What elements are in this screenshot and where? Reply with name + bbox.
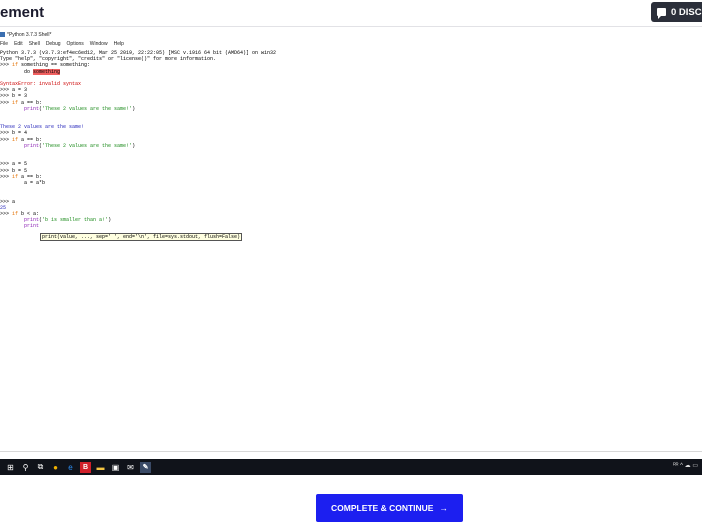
- continue-label: COMPLETE & CONTINUE: [331, 503, 434, 513]
- search-icon[interactable]: ⚲: [20, 462, 31, 473]
- windows-taskbar: ⊞ ⚲ ⧉ ● e B ▬ ▣ ✉ ✎ ᴿᴿ ^ ☁ ▭: [0, 459, 702, 475]
- menu-shell[interactable]: Shell: [29, 40, 40, 49]
- task-view-icon[interactable]: ⧉: [35, 462, 46, 473]
- python-idle-icon[interactable]: ✎: [140, 461, 151, 473]
- discussions-button[interactable]: 0 DISCU: [651, 2, 702, 22]
- windows-start-icon[interactable]: ⊞: [5, 462, 16, 473]
- horizontal-scrollbar[interactable]: [0, 451, 702, 452]
- arrow-right-icon: →: [439, 503, 448, 513]
- shell-menubar: File Edit Shell Debug Options Window Hel…: [0, 40, 124, 49]
- menu-debug[interactable]: Debug: [46, 40, 61, 49]
- menu-edit[interactable]: Edit: [14, 40, 23, 49]
- shell-window-title: *Python 3.7.3 Shell*: [0, 31, 51, 40]
- header-divider: [0, 26, 702, 27]
- edge-icon[interactable]: e: [65, 462, 76, 473]
- python-icon: [0, 32, 5, 38]
- menu-options[interactable]: Options: [67, 40, 84, 49]
- page-title: ement: [0, 4, 45, 21]
- calltip: print(value, ..., sep=' ', end='\n', fil…: [40, 233, 243, 241]
- menu-help[interactable]: Help: [114, 40, 124, 49]
- menu-file[interactable]: File: [0, 40, 8, 49]
- top-bar: ement 0 DISCU: [0, 0, 702, 26]
- file-explorer-icon[interactable]: ▬: [95, 462, 106, 473]
- app-b-icon[interactable]: B: [80, 461, 91, 473]
- complete-continue-button[interactable]: COMPLETE & CONTINUE →: [316, 494, 463, 522]
- code-line: print: [24, 223, 40, 230]
- store-icon[interactable]: ▣: [110, 462, 121, 473]
- system-tray[interactable]: ᴿᴿ ^ ☁ ▭: [673, 462, 698, 469]
- shell-code-area[interactable]: Python 3.7.3 (v3.7.3:ef4ec6ed12, Mar 25 …: [0, 50, 702, 229]
- discussions-label: 0 DISCU: [671, 6, 702, 18]
- chat-icon: [657, 8, 666, 19]
- idle-shell-window[interactable]: *Python 3.7.3 Shell* File Edit Shell Deb…: [0, 31, 702, 451]
- mail-icon[interactable]: ✉: [125, 462, 136, 473]
- menu-window[interactable]: Window: [90, 40, 108, 49]
- chrome-icon[interactable]: ●: [50, 462, 61, 473]
